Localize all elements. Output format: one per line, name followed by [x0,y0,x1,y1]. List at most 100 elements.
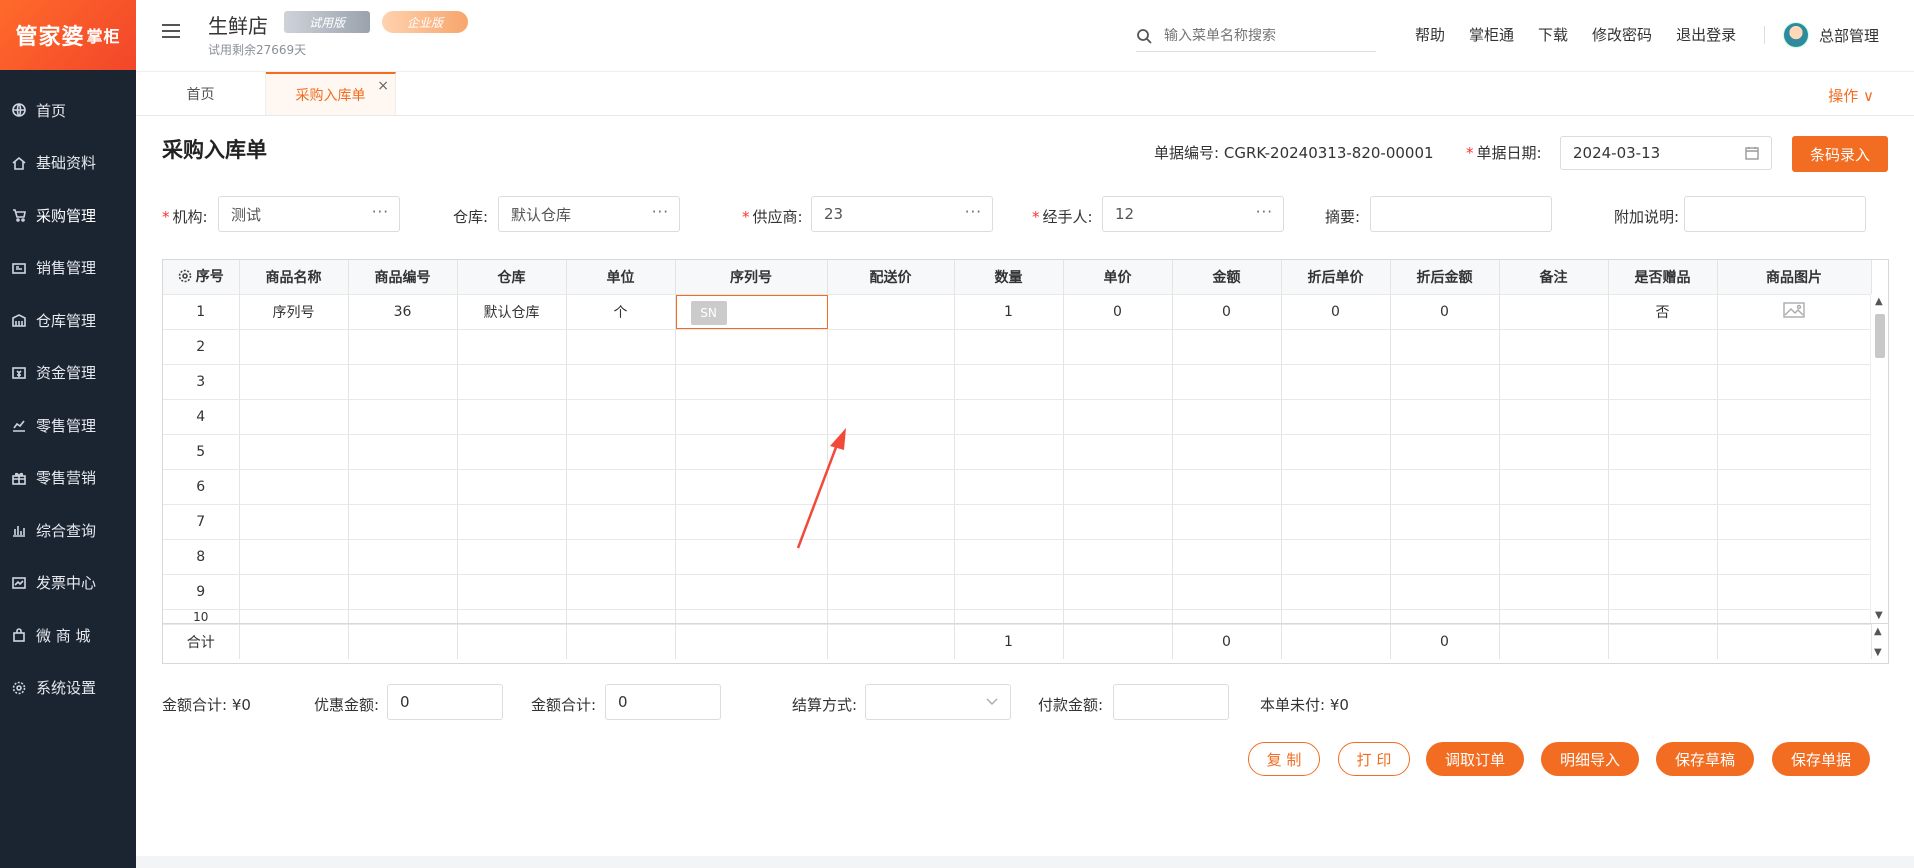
grid-scrollbar[interactable]: ▲ ▼ [1870,294,1888,623]
sidebar-item-home[interactable]: 首页 [0,84,136,137]
table-row[interactable]: 1 序列号 36 默认仓库 个 SN 1 0 0 0 0 否 [163,294,1872,330]
price-cell[interactable]: 0 [1063,294,1173,330]
qty-cell[interactable]: 1 [954,294,1064,330]
sidebar-item-warehouse[interactable]: 仓库管理 [0,294,136,347]
more-icon[interactable]: ··· [652,203,669,221]
table-row[interactable]: 7 [163,504,1872,540]
handler-field[interactable]: 12 ··· [1102,196,1284,232]
remark-cell[interactable] [1499,294,1609,330]
table-row[interactable]: 5 [163,434,1872,470]
barcode-entry-button[interactable]: 条码录入 [1792,136,1888,172]
scroll-thumb[interactable] [1875,314,1885,358]
page-title: 采购入库单 [162,138,267,162]
tab-home[interactable]: 首页 [136,72,266,115]
operations-dropdown[interactable]: 操作 ∨ [1828,85,1874,106]
table-row[interactable]: 9 [163,574,1872,610]
invoice-icon [12,576,26,590]
copy-button[interactable]: 复 制 [1248,742,1320,776]
product-code-cell[interactable]: 36 [348,294,458,330]
print-button[interactable]: 打 印 [1338,742,1410,776]
document-date-picker[interactable]: 2024-03-13 [1560,136,1772,170]
serial-number-button[interactable]: SN [690,300,727,325]
warehouse-field[interactable]: 默认仓库 ··· [498,196,680,232]
discount-input[interactable]: 0 [387,684,503,720]
sidebar-item-invoice[interactable]: 发票中心 [0,557,136,610]
help-link[interactable]: 帮助 [1415,24,1445,45]
disc-price-cell[interactable]: 0 [1281,294,1391,330]
money-icon [12,366,26,380]
fetch-order-button[interactable]: 调取订单 [1426,742,1524,776]
main-content: 采购入库单 单据编号: CGRK-20240313-820-00001 * 单据日… [136,116,1914,856]
trial-badge: 试用版 [284,11,370,33]
download-link[interactable]: 下载 [1538,24,1568,45]
table-row[interactable]: 8 [163,539,1872,575]
dist-price-cell[interactable] [827,294,955,330]
org-label: * 机构: [162,206,208,227]
gift-cell[interactable]: 否 [1608,294,1718,330]
row-number: 2 [163,329,240,365]
amount-total2-input[interactable]: 0 [605,684,721,720]
brand-logo[interactable]: 管家婆 掌柜 [0,0,136,70]
table-row[interactable]: 3 [163,364,1872,400]
column-header-no[interactable]: 序号 [163,260,240,295]
bar-chart-icon [12,523,26,538]
table-row[interactable]: 6 [163,469,1872,505]
search-icon[interactable] [1136,28,1152,44]
amount-cell[interactable]: 0 [1172,294,1282,330]
zhanggui-link[interactable]: 掌柜通 [1469,24,1514,45]
table-row[interactable]: 4 [163,399,1872,435]
close-icon[interactable]: × [377,78,389,94]
amount-total-display: 金额合计: ¥0 [162,694,251,715]
more-icon[interactable]: ··· [965,203,982,221]
change-password-link[interactable]: 修改密码 [1592,24,1652,45]
enterprise-badge[interactable]: 企业版 [382,11,468,33]
sidebar-item-basic-data[interactable]: 基础资料 [0,137,136,190]
menu-search-input[interactable] [1164,27,1374,44]
home-icon [12,156,26,170]
payment-input[interactable] [1113,684,1229,720]
scroll-up-icon[interactable]: ▲ [1874,626,1882,637]
import-detail-button[interactable]: 明细导入 [1541,742,1639,776]
sidebar-item-settings[interactable]: 系统设置 [0,662,136,715]
unit-cell[interactable]: 个 [566,294,676,330]
row-number: 9 [163,574,240,610]
total-scroll[interactable]: ▲ ▼ [1870,624,1888,660]
disc-amount-cell[interactable]: 0 [1390,294,1500,330]
unpaid-value: ¥0 [1329,696,1349,714]
scroll-down-icon[interactable]: ▼ [1874,647,1882,658]
sidebar-item-funds[interactable]: 资金管理 [0,347,136,400]
more-icon[interactable]: ··· [1256,203,1273,221]
more-icon[interactable]: ··· [372,203,389,221]
sales-icon [12,261,26,275]
tab-purchase-inbound[interactable]: 采购入库单 × [266,72,396,115]
table-row[interactable]: 10 [163,609,1872,625]
column-settings-icon[interactable] [178,269,192,283]
sidebar-item-sales[interactable]: 销售管理 [0,242,136,295]
supplier-field[interactable]: 23 ··· [811,196,993,232]
summary-input[interactable] [1370,196,1552,232]
user-menu[interactable]: 总部管理 [1783,22,1879,48]
cart-icon [12,208,26,223]
menu-toggle-icon[interactable] [162,24,180,40]
sidebar-item-purchase[interactable]: 采购管理 [0,189,136,242]
items-grid: 序号 商品名称 商品编号 仓库 单位 序列号 配送价 数量 单价 金额 折后单价… [162,259,1889,664]
warehouse-cell[interactable]: 默认仓库 [457,294,567,330]
sidebar-item-query[interactable]: 综合查询 [0,504,136,557]
scroll-down-icon[interactable]: ▼ [1875,610,1883,621]
sidebar-item-retail-marketing[interactable]: 零售营销 [0,452,136,505]
logout-link[interactable]: 退出登录 [1676,24,1736,45]
org-field[interactable]: 测试 ··· [218,196,400,232]
settlement-select[interactable] [865,684,1011,720]
column-header-qty: 数量 [954,260,1064,295]
serial-number-cell[interactable]: SN [675,294,828,330]
extra-note-input[interactable] [1684,196,1866,232]
save-draft-button[interactable]: 保存草稿 [1656,742,1754,776]
product-name-cell[interactable]: 序列号 [239,294,349,330]
supplier-label-text: 供应商: [752,208,803,226]
scroll-up-icon[interactable]: ▲ [1875,296,1883,307]
save-document-button[interactable]: 保存单据 [1772,742,1870,776]
table-row[interactable]: 2 [163,329,1872,365]
sidebar-item-mall[interactable]: 微 商 城 [0,609,136,662]
product-image-cell[interactable] [1717,294,1872,330]
sidebar-item-retail[interactable]: 零售管理 [0,399,136,452]
